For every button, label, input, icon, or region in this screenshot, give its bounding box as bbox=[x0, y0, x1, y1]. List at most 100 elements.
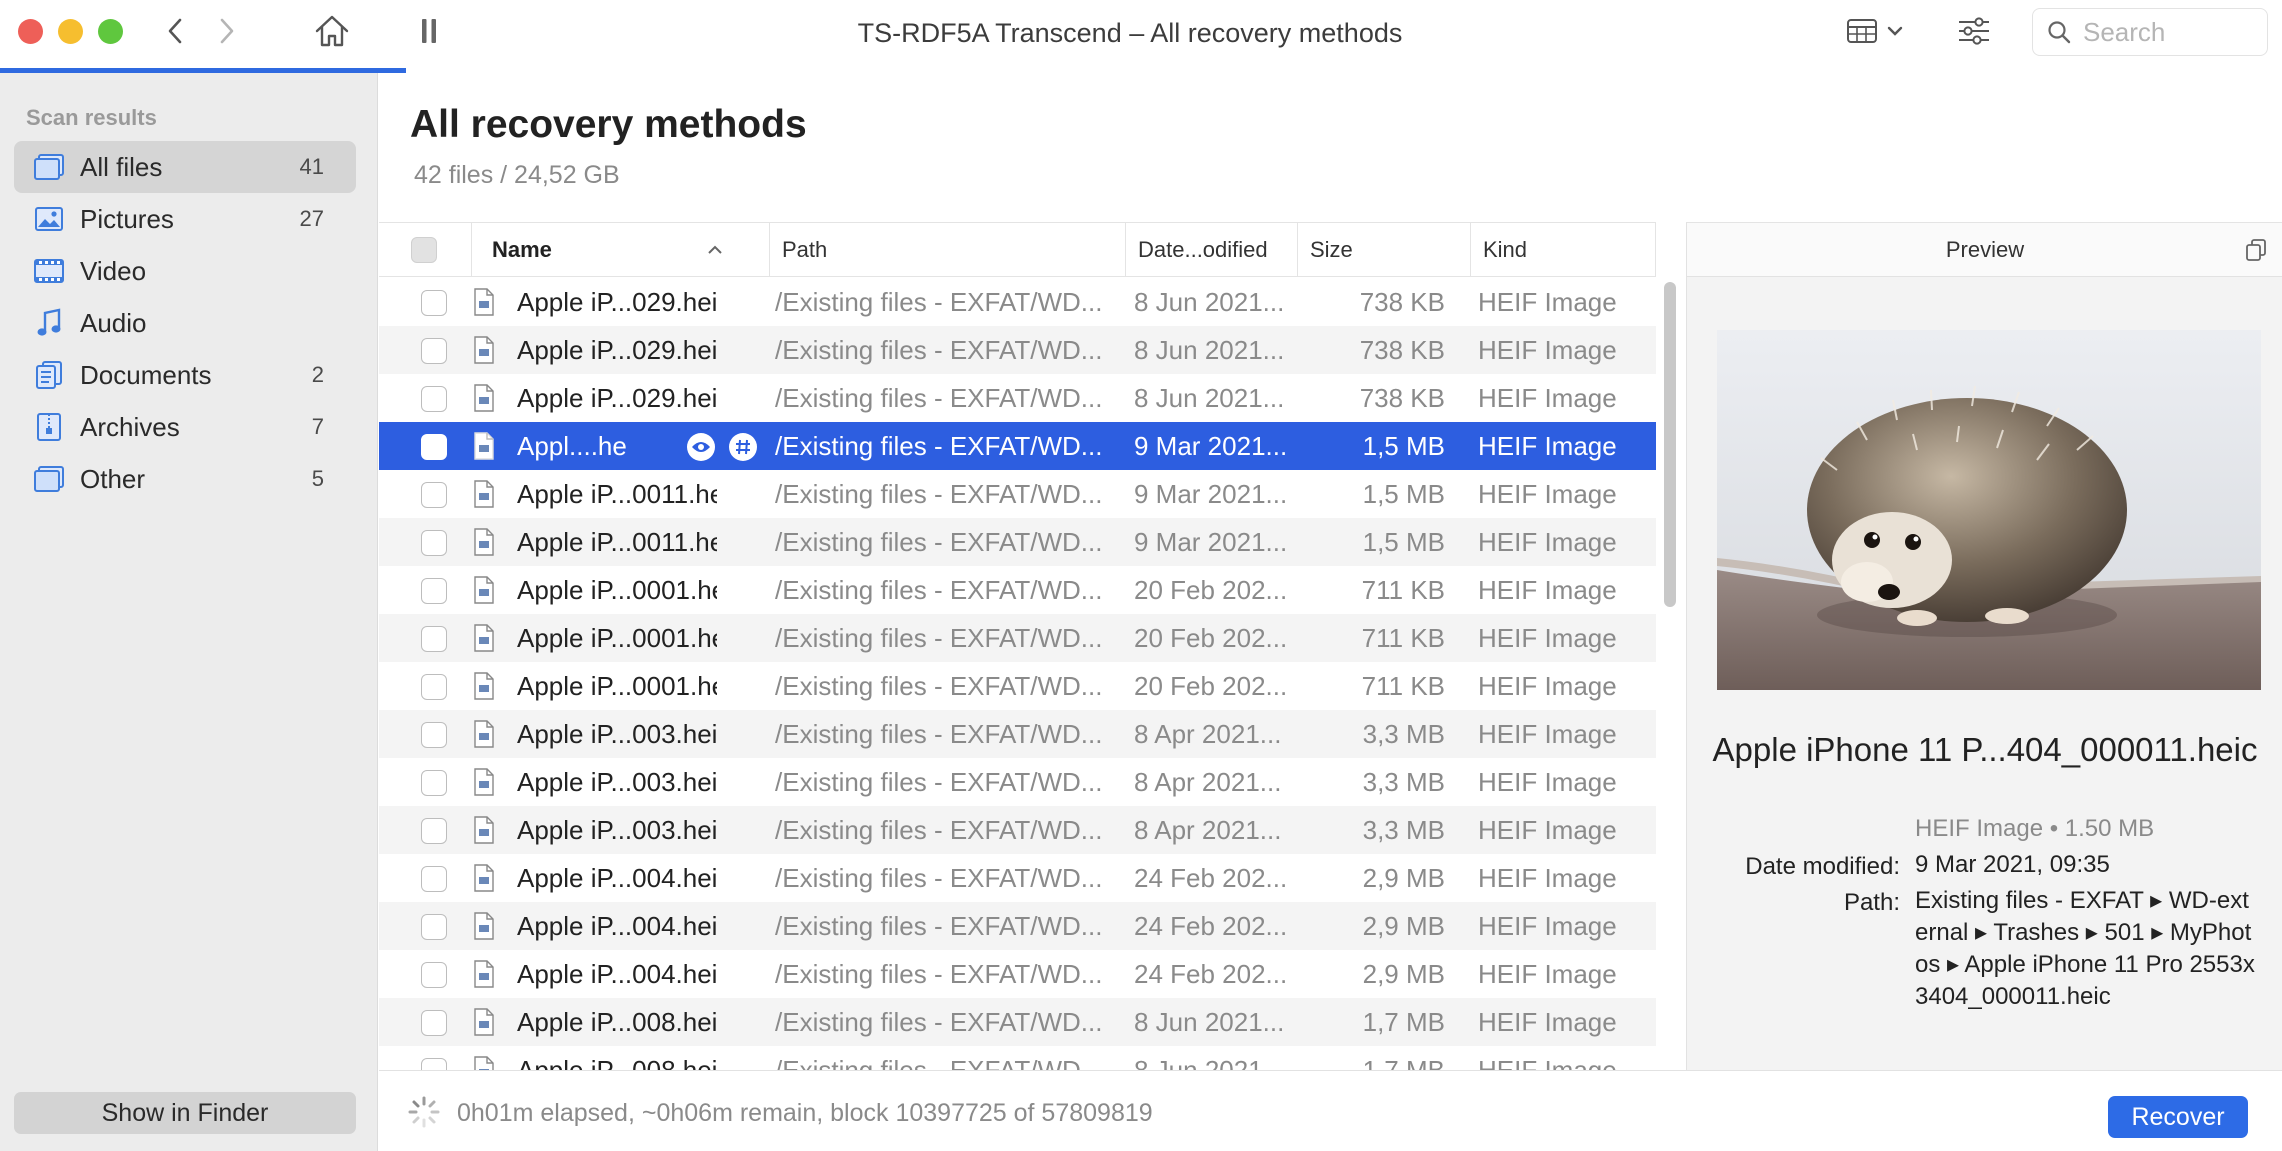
column-header-size[interactable]: Size bbox=[1297, 223, 1417, 277]
quick-look-button[interactable] bbox=[687, 433, 715, 461]
sidebar-item-all-files[interactable]: All files 41 bbox=[14, 141, 356, 193]
title-bar: TS-RDF5A Transcend – All recovery method… bbox=[0, 0, 2282, 70]
table-row[interactable]: Apple iP...003.heic /Existing files - EX… bbox=[379, 806, 1656, 854]
table-row[interactable]: Apple iP...029.heic /Existing files - EX… bbox=[379, 326, 1656, 374]
file-path: /Existing files - EXFAT/WD... bbox=[775, 382, 1103, 413]
file-size: 1,5 MB bbox=[1362, 478, 1445, 509]
home-icon bbox=[315, 15, 349, 47]
file-kind: HEIF Image bbox=[1478, 526, 1617, 557]
forward-button[interactable] bbox=[210, 10, 244, 52]
file-name: Apple iP...003.heic bbox=[517, 766, 717, 797]
hex-view-button[interactable] bbox=[729, 433, 757, 461]
table-row[interactable]: Apple iP...0011.heic /Existing files - E… bbox=[379, 470, 1656, 518]
file-size: 711 KB bbox=[1361, 622, 1445, 653]
row-checkbox[interactable] bbox=[421, 818, 447, 844]
search-icon bbox=[2048, 21, 2071, 44]
table-row[interactable]: Apple iP...029.heic /Existing files - EX… bbox=[379, 374, 1656, 422]
view-mode-button[interactable] bbox=[1840, 10, 1910, 52]
hash-icon bbox=[736, 439, 750, 455]
file-path: /Existing files - EXFAT/WD... bbox=[775, 958, 1103, 989]
file-size: 711 KB bbox=[1361, 670, 1445, 701]
file-path: /Existing files - EXFAT/WD... bbox=[775, 622, 1103, 653]
table-row[interactable]: Apple iP...0001.heic /Existing files - E… bbox=[379, 662, 1656, 710]
table-row[interactable]: Apple iP...004.heic /Existing files - EX… bbox=[379, 854, 1656, 902]
sidebar-item-pictures[interactable]: Pictures 27 bbox=[14, 193, 356, 245]
row-checkbox[interactable] bbox=[421, 578, 447, 604]
row-checkbox[interactable] bbox=[421, 386, 447, 412]
column-header-name[interactable]: Name bbox=[471, 223, 771, 277]
file-kind: HEIF Image bbox=[1478, 1006, 1617, 1037]
row-checkbox[interactable] bbox=[421, 722, 447, 748]
file-size: 1,5 MB bbox=[1362, 430, 1445, 461]
recover-button[interactable]: Recover bbox=[2108, 1096, 2248, 1138]
file-kind: HEIF Image bbox=[1478, 622, 1617, 653]
file-size: 738 KB bbox=[1359, 334, 1445, 365]
column-header-kind[interactable]: Kind bbox=[1470, 223, 1610, 277]
row-checkbox[interactable] bbox=[421, 338, 447, 364]
back-button[interactable] bbox=[158, 10, 192, 52]
sidebar-item-video[interactable]: Video bbox=[14, 245, 356, 297]
zoom-window-button[interactable] bbox=[98, 19, 123, 44]
column-header-date[interactable]: Date...odified bbox=[1125, 223, 1268, 277]
row-checkbox[interactable] bbox=[421, 770, 447, 796]
table-row[interactable]: Apple iP...003.heic /Existing files - EX… bbox=[379, 710, 1656, 758]
eye-icon bbox=[692, 442, 710, 452]
file-name: Apple iP...0011.heic bbox=[517, 526, 717, 557]
pause-scan-button[interactable] bbox=[414, 10, 444, 52]
show-in-finder-button[interactable]: Show in Finder bbox=[14, 1092, 356, 1134]
row-checkbox[interactable] bbox=[421, 1010, 447, 1036]
sidebar-item-audio[interactable]: Audio bbox=[14, 297, 356, 349]
app-window: TS-RDF5A Transcend – All recovery method… bbox=[0, 0, 2282, 1151]
table-row[interactable]: Apple iP...0011.heic /Existing files - E… bbox=[379, 518, 1656, 566]
table-row[interactable]: Apple iP...008.heic /Existing files - EX… bbox=[379, 1046, 1656, 1070]
table-row[interactable]: Apple iP...0001.heic /Existing files - E… bbox=[379, 566, 1656, 614]
row-checkbox[interactable] bbox=[421, 866, 447, 892]
file-size: 738 KB bbox=[1359, 382, 1445, 413]
home-button[interactable] bbox=[310, 10, 354, 52]
chevron-down-icon bbox=[1887, 26, 1903, 36]
row-checkbox[interactable] bbox=[421, 434, 447, 460]
row-checkbox[interactable] bbox=[421, 1058, 447, 1070]
search-input[interactable] bbox=[2083, 16, 2253, 48]
row-checkbox[interactable] bbox=[421, 626, 447, 652]
table-row[interactable]: Apple iP...004.heic /Existing files - EX… bbox=[379, 902, 1656, 950]
row-checkbox[interactable] bbox=[421, 674, 447, 700]
file-path: /Existing files - EXFAT/WD... bbox=[775, 670, 1103, 701]
column-path-label: Path bbox=[782, 237, 828, 262]
row-checkbox[interactable] bbox=[421, 482, 447, 508]
table-row[interactable]: Apple iP...029.heic /Existing files - EX… bbox=[379, 278, 1656, 326]
heic-file-icon bbox=[474, 672, 494, 700]
row-checkbox[interactable] bbox=[421, 530, 447, 556]
sidebar-item-other[interactable]: Other 5 bbox=[14, 453, 356, 505]
file-name: Apple iP...029.heic bbox=[517, 382, 717, 413]
select-all-checkbox[interactable] bbox=[411, 237, 437, 263]
table-scrollbar[interactable] bbox=[1664, 282, 1676, 607]
table-row[interactable]: Apple iP...003.heic /Existing files - EX… bbox=[379, 758, 1656, 806]
minimize-window-button[interactable] bbox=[58, 19, 83, 44]
file-name: Apple iP...0011.heic bbox=[517, 478, 717, 509]
sidebar-item-archives[interactable]: Archives 7 bbox=[14, 401, 356, 453]
table-row[interactable]: Apple iP...008.heic /Existing files - EX… bbox=[379, 998, 1656, 1046]
row-checkbox[interactable] bbox=[421, 290, 447, 316]
row-checkbox[interactable] bbox=[421, 962, 447, 988]
table-row[interactable]: Apple iP...0001.heic /Existing files - E… bbox=[379, 614, 1656, 662]
page-subtitle: 42 files / 24,52 GB bbox=[414, 161, 620, 189]
file-kind: HEIF Image bbox=[1478, 334, 1617, 365]
copy-icon[interactable] bbox=[2245, 238, 2267, 262]
filter-settings-button[interactable] bbox=[1954, 10, 1994, 52]
heic-file-icon bbox=[474, 288, 494, 316]
close-window-button[interactable] bbox=[18, 19, 43, 44]
select-all-checkbox-cell[interactable] bbox=[411, 223, 441, 277]
table-row-selected[interactable]: Appl....heic /Existing files - EXFAT/WD.… bbox=[379, 422, 1656, 470]
column-header-path[interactable]: Path bbox=[769, 223, 1125, 277]
sidebar-item-documents[interactable]: Documents 2 bbox=[14, 349, 356, 401]
heic-file-icon bbox=[474, 864, 494, 892]
file-name: Apple iP...029.heic bbox=[517, 286, 717, 317]
search-field[interactable] bbox=[2032, 8, 2268, 56]
table-row[interactable]: Apple iP...004.heic /Existing files - EX… bbox=[379, 950, 1656, 998]
scan-status-text: 0h01m elapsed, ~0h06m remain, block 1039… bbox=[457, 1099, 1153, 1127]
sidebar-item-count: 2 bbox=[311, 362, 324, 387]
column-divider bbox=[1655, 223, 1656, 277]
row-checkbox[interactable] bbox=[421, 914, 447, 940]
chevron-right-icon bbox=[220, 18, 234, 44]
